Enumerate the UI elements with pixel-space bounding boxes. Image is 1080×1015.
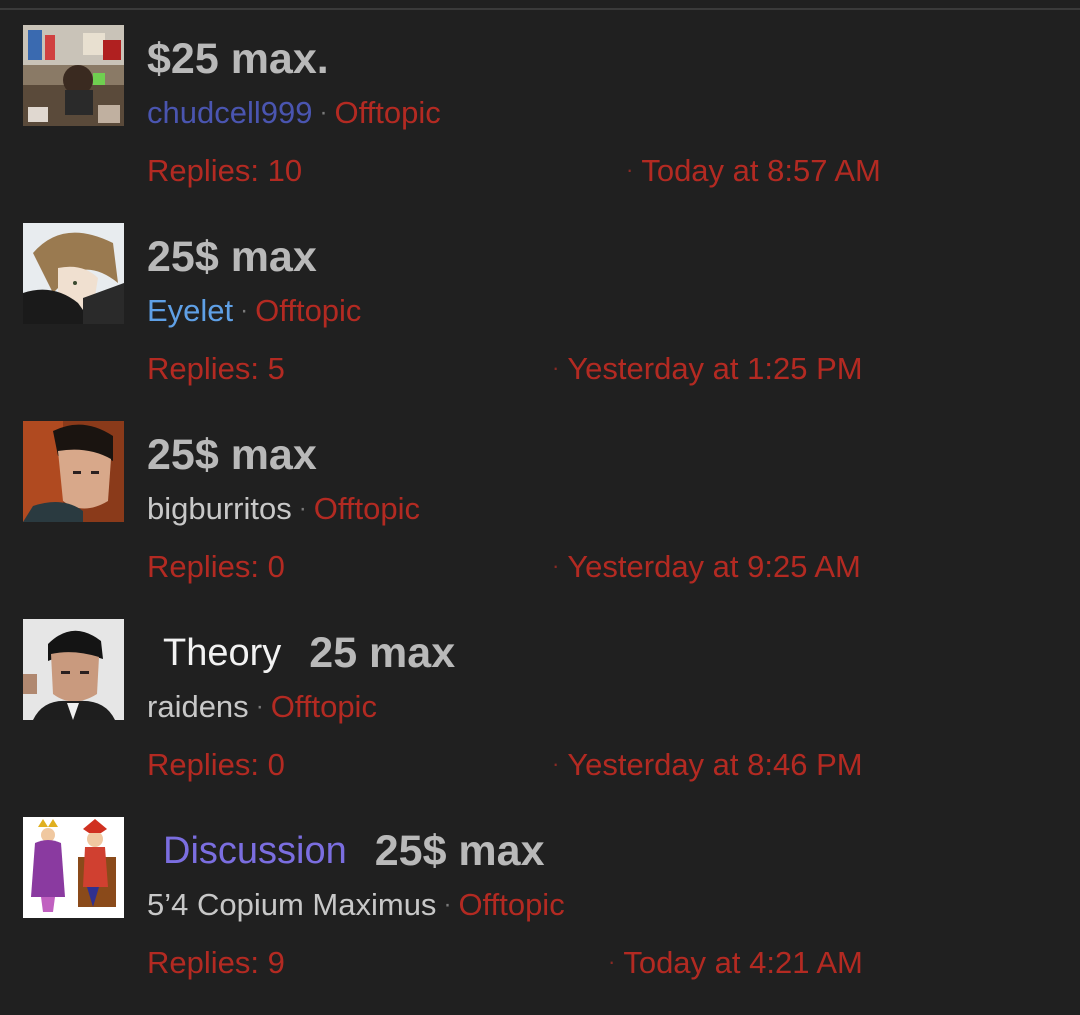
separator-dot: · [298,495,307,522]
prefix-discussion[interactable]: Discussion [163,830,347,873]
forum-link[interactable]: Offtopic [255,293,361,328]
last-post-date[interactable]: Yesterday at 8:46 PM [567,747,862,782]
thread-title[interactable]: 25$ max [147,233,317,282]
thread-title-line: 25$ max [147,229,317,285]
separator-dot: · [443,891,452,918]
separator-dot: · [552,355,560,380]
last-post-date-wrap: · Yesterday at 1:25 PM [552,351,863,387]
thread-meta: Eyelet · Offtopic [147,293,361,329]
top-divider [0,8,1080,10]
author-link[interactable]: Eyelet [147,293,233,328]
author-link[interactable]: 5’4 Copium Maximus [147,887,436,922]
separator-dot: · [626,157,634,182]
reply-count: Replies: 0 [147,549,285,584]
thread-item[interactable]: 25$ max bigburritos · Offtopic Replies: 0 … [0,421,1080,619]
thread-meta: bigburritos · Offtopic [147,491,420,527]
reply-count: Replies: 10 [147,153,303,188]
forum-link[interactable]: Offtopic [271,689,377,724]
queen-and-jester-avatar[interactable] [23,817,124,918]
separator-dot: · [552,553,560,578]
last-post-date-wrap: · Yesterday at 8:46 PM [552,747,863,783]
thread-title[interactable]: 25$ max [147,431,317,480]
thread-title[interactable]: 25$ max [375,827,545,876]
separator-dot: · [319,99,328,126]
man-portrait-avatar[interactable] [23,421,124,522]
forum-link[interactable]: Offtopic [314,491,420,526]
thread-title-line: Discussion 25$ max [147,823,545,879]
cluttered-room-avatar[interactable] [23,25,124,126]
forum-link[interactable]: Offtopic [334,95,440,130]
thread-title-line: 25$ max [147,427,317,483]
author-link[interactable]: chudcell999 [147,95,312,130]
forum-link[interactable]: Offtopic [458,887,564,922]
author-link[interactable]: raidens [147,689,249,724]
reply-count: Replies: 5 [147,351,285,386]
last-post-date-wrap: · Today at 4:21 AM [608,945,863,981]
thread-title-line: $25 max. [147,31,329,87]
thread-item[interactable]: $25 max. chudcell999 · Offtopic Replies: 1… [0,25,1080,223]
thread-item[interactable]: Discussion 25$ max 5’4 Copium Maximus · Of… [0,817,1080,1015]
thread-item[interactable]: Theory 25 max raidens · Offtopic Replies: … [0,619,1080,817]
last-post-date[interactable]: Yesterday at 9:25 AM [567,549,861,584]
anime-character-avatar[interactable] [23,223,124,324]
separator-dot: · [255,693,264,720]
man-headshot-avatar[interactable] [23,619,124,720]
separator-dot: · [552,751,560,776]
reply-count: Replies: 9 [147,945,285,980]
thread-meta: 5’4 Copium Maximus · Offtopic [147,887,565,923]
thread-meta: raidens · Offtopic [147,689,377,725]
author-link[interactable]: bigburritos [147,491,292,526]
last-post-date[interactable]: Today at 4:21 AM [623,945,863,980]
thread-title-line: Theory 25 max [147,625,455,681]
prefix-theory[interactable]: Theory [163,632,281,675]
last-post-date[interactable]: Today at 8:57 AM [641,153,881,188]
thread-item[interactable]: 25$ max Eyelet · Offtopic Replies: 5 · Yest… [0,223,1080,421]
last-post-date[interactable]: Yesterday at 1:25 PM [567,351,862,386]
separator-dot: · [608,949,616,974]
thread-title[interactable]: 25 max [309,629,455,678]
thread-meta: chudcell999 · Offtopic [147,95,441,131]
last-post-date-wrap: · Yesterday at 9:25 AM [552,549,861,585]
last-post-date-wrap: · Today at 8:57 AM [626,153,881,189]
reply-count: Replies: 0 [147,747,285,782]
thread-title[interactable]: $25 max. [147,35,329,84]
separator-dot: · [240,297,249,324]
